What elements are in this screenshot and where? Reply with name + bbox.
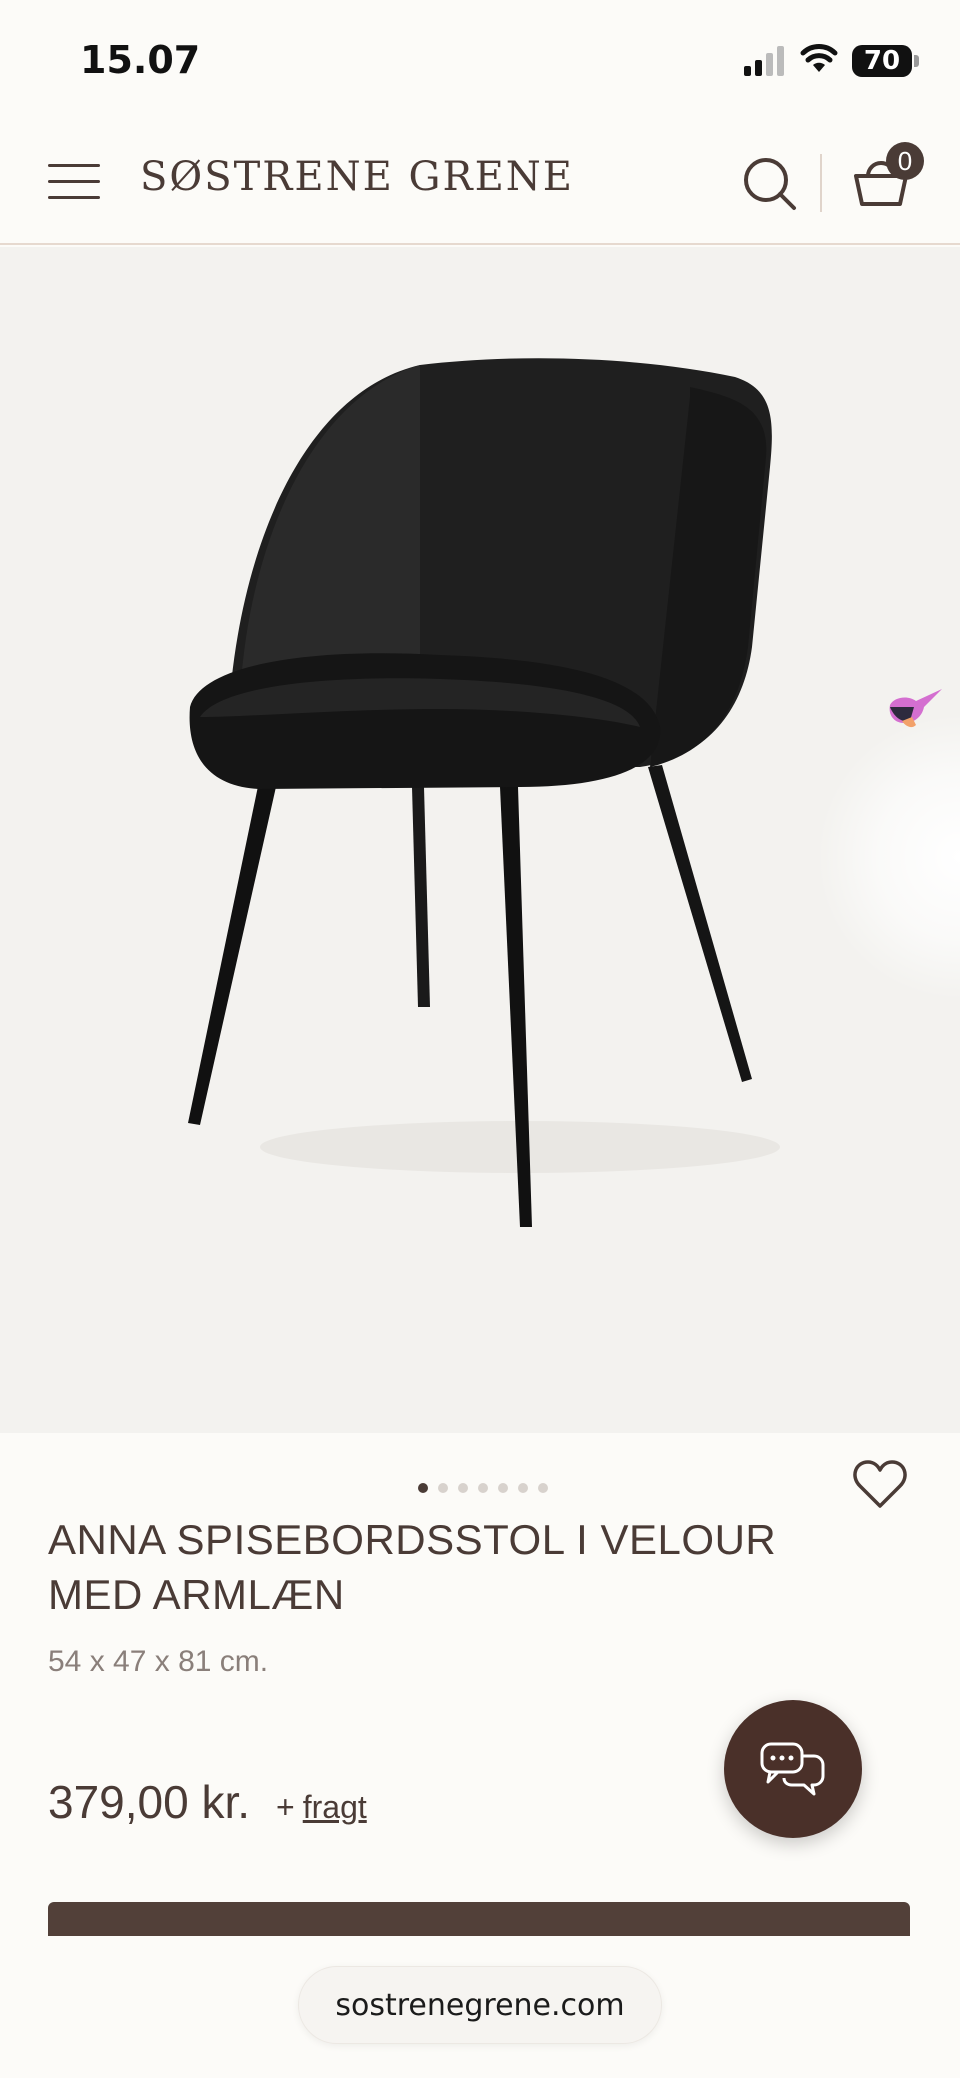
price-row: 379,00 kr. + fragt	[48, 1775, 367, 1829]
bird-icon[interactable]	[884, 687, 944, 731]
pager-dot[interactable]	[498, 1483, 508, 1493]
cellular-signal-icon	[744, 46, 784, 76]
search-icon[interactable]	[742, 156, 798, 212]
pager-dot[interactable]	[478, 1483, 488, 1493]
site-header: SØSTRENE GRENE 0	[0, 120, 960, 245]
pager-dot[interactable]	[418, 1483, 428, 1493]
hamburger-menu-icon[interactable]	[48, 164, 100, 200]
product-title: ANNA SPISEBORDSSTOL I VELOUR MED ARMLÆN	[48, 1512, 808, 1622]
pager-dot[interactable]	[518, 1483, 528, 1493]
product-dimensions: 54 x 47 x 81 cm.	[48, 1645, 269, 1678]
product-image-carousel[interactable]	[0, 247, 960, 1433]
floating-badge-glow	[820, 707, 960, 1007]
browser-url-bar[interactable]: sostrenegrene.com	[298, 1966, 662, 2044]
chat-button[interactable]	[724, 1700, 862, 1838]
battery-cap	[914, 55, 919, 67]
battery-icon: 70	[852, 45, 912, 77]
product-title-line-2: MED ARMLÆN	[48, 1571, 345, 1618]
status-time: 15.07	[80, 38, 201, 82]
freight-link[interactable]: fragt	[303, 1789, 367, 1826]
chat-bubbles-icon	[760, 1742, 825, 1796]
wifi-icon	[800, 44, 838, 72]
heart-icon[interactable]	[852, 1458, 908, 1510]
pager-dot[interactable]	[458, 1483, 468, 1493]
status-bar: 15.07 70	[0, 0, 960, 120]
pager-dot[interactable]	[538, 1483, 548, 1493]
product-title-line-1: ANNA SPISEBORDSSTOL I VELOUR	[48, 1516, 777, 1563]
brand-logo[interactable]: SØSTRENE GRENE	[140, 154, 574, 200]
basket-count-badge: 0	[886, 142, 924, 180]
image-pager[interactable]	[418, 1482, 548, 1494]
pager-dot[interactable]	[438, 1483, 448, 1493]
plus-sign: +	[276, 1789, 295, 1825]
product-price: 379,00 kr.	[48, 1776, 251, 1828]
header-divider	[820, 154, 822, 212]
chair-image	[188, 358, 780, 1227]
add-to-cart-button[interactable]	[48, 1902, 910, 1936]
